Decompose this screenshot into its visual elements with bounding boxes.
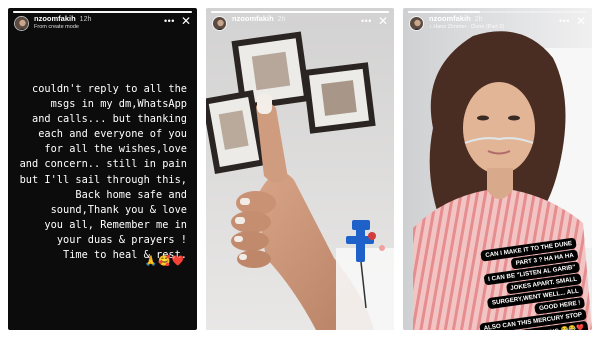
story-panel-selfie[interactable]: nzoomfakih 2h ♪ Hans Zimmer · Dune (Part… — [403, 8, 592, 330]
more-icon[interactable]: ••• — [361, 16, 372, 26]
music-track-label: Hans Zimmer · Dune (Part 2) — [433, 24, 505, 30]
story-header: nzoomfakih 12h From create mode ••• ✕ — [14, 14, 191, 36]
story-progress-fill — [13, 11, 192, 13]
story-progress-bar — [211, 11, 389, 13]
username[interactable]: nzoomfakih — [232, 14, 274, 23]
story-photo-hand — [206, 8, 394, 330]
story-header: nzoomfakih 2h ♪ Hans Zimmer · Dune (Part… — [409, 14, 586, 36]
more-icon[interactable]: ••• — [164, 16, 175, 26]
music-attribution[interactable]: ♪ Hans Zimmer · Dune (Part 2) — [429, 24, 559, 30]
story-text: couldn't reply to all the msgs in my dm,… — [19, 83, 187, 262]
story-time: 12h — [79, 16, 92, 23]
more-icon[interactable]: ••• — [559, 16, 570, 26]
close-icon[interactable]: ✕ — [181, 15, 191, 27]
story-progress-bar — [408, 11, 587, 13]
close-icon[interactable]: ✕ — [378, 15, 388, 27]
story-subtitle: From create mode — [34, 24, 79, 30]
avatar[interactable] — [409, 16, 424, 31]
story-progress-fill — [408, 11, 480, 13]
story-progress-bar — [13, 11, 192, 13]
story-panel-photo-hand[interactable]: nzoomfakih 2h ••• ✕ — [206, 8, 394, 330]
avatar[interactable] — [212, 16, 227, 31]
story-time: 2h — [277, 16, 286, 23]
close-icon[interactable]: ✕ — [576, 15, 586, 27]
username[interactable]: nzoomfakih — [429, 14, 471, 23]
story-progress-fill — [211, 11, 389, 13]
story-time: 2h — [474, 16, 483, 23]
avatar[interactable] — [14, 16, 29, 31]
username[interactable]: nzoomfakih — [34, 14, 76, 23]
story-panel-text[interactable]: nzoomfakih 12h From create mode ••• ✕ co… — [8, 8, 197, 330]
story-emojis: 🙏🥰❤️ — [144, 256, 185, 267]
story-header: nzoomfakih 2h ••• ✕ — [212, 14, 388, 36]
